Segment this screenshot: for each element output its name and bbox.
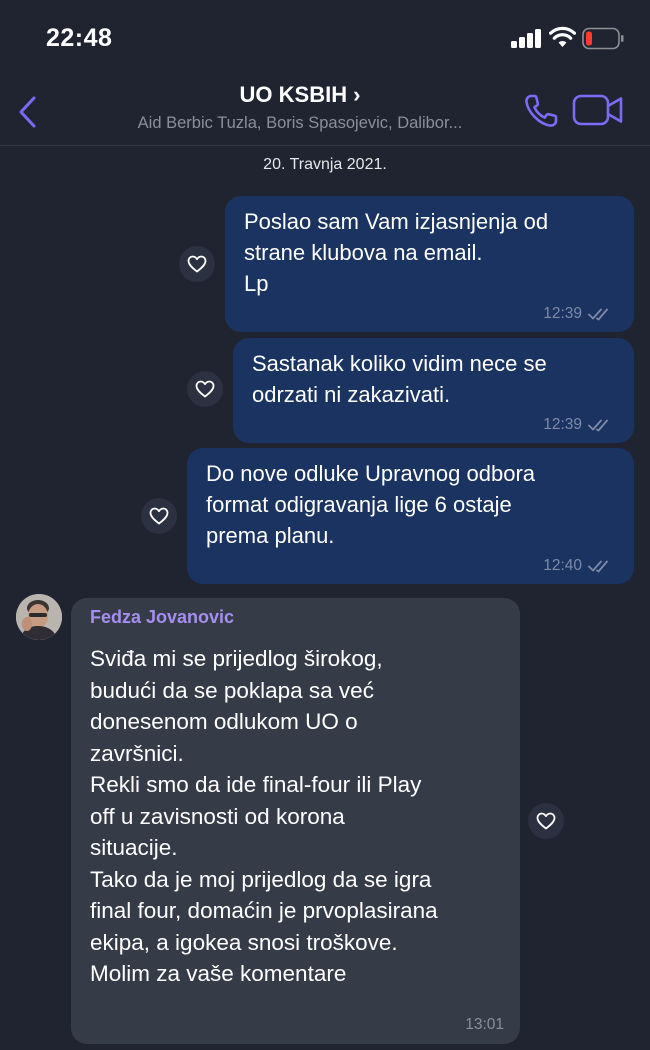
chat-participants[interactable]: Aid Berbic Tuzla, Boris Spasojevic, Dali… — [100, 114, 500, 133]
wifi-icon — [549, 26, 576, 47]
double-check-icon — [588, 308, 608, 321]
chat-title: UO KSBIH — [239, 82, 348, 107]
double-check-icon — [588, 419, 608, 432]
message-meta: 12:40 — [543, 557, 614, 575]
message-time: 13:01 — [465, 1016, 504, 1033]
message-text: Poslao sam Vam izjasnjenja od strane klu… — [244, 209, 549, 296]
message-bubble-outgoing[interactable]: Poslao sam Vam izjasnjenja od strane klu… — [225, 196, 634, 332]
message-bubble-incoming[interactable]: Fedza Jovanovic Sviđa mi se prijedlog ši… — [71, 598, 520, 1044]
avatar[interactable] — [16, 594, 62, 640]
message-text: Do nove odluke Upravnog odbora format od… — [206, 461, 536, 548]
back-chevron-icon[interactable] — [16, 92, 40, 132]
message-time: 12:39 — [543, 416, 582, 433]
date-separator: 20. Travnja 2021. — [263, 156, 387, 173]
double-check-icon — [588, 560, 608, 573]
heart-like-icon[interactable] — [179, 246, 215, 282]
battery-low-icon — [582, 27, 624, 50]
heart-like-icon[interactable] — [187, 371, 223, 407]
video-camera-icon[interactable] — [572, 93, 624, 127]
message-bubble-outgoing[interactable]: Sastanak koliko vidim nece se odrzati ni… — [233, 338, 634, 443]
chat-title-button[interactable]: UO KSBIH › — [100, 82, 500, 108]
chat-header: UO KSBIH › Aid Berbic Tuzla, Boris Spasoj… — [0, 70, 650, 146]
message-bubble-outgoing[interactable]: Do nove odluke Upravnog odbora format od… — [187, 448, 634, 584]
heart-like-icon[interactable] — [528, 803, 564, 839]
sender-name[interactable]: Fedza Jovanovic — [90, 607, 234, 628]
message-meta: 12:39 — [543, 416, 614, 434]
message-text: Sviđa mi se prijedlog širokog, budući da… — [90, 646, 438, 986]
message-meta: 12:39 — [543, 305, 614, 323]
message-time: 12:39 — [543, 305, 582, 322]
phone-icon[interactable] — [522, 92, 560, 130]
message-text: Sastanak koliko vidim nece se odrzati ni… — [252, 351, 547, 407]
chevron-right-icon: › — [353, 82, 361, 107]
heart-like-icon[interactable] — [141, 498, 177, 534]
signal-icon — [511, 28, 542, 48]
status-time: 22:48 — [46, 24, 113, 52]
message-time: 12:40 — [543, 557, 582, 574]
status-bar: 22:48 — [0, 0, 650, 70]
